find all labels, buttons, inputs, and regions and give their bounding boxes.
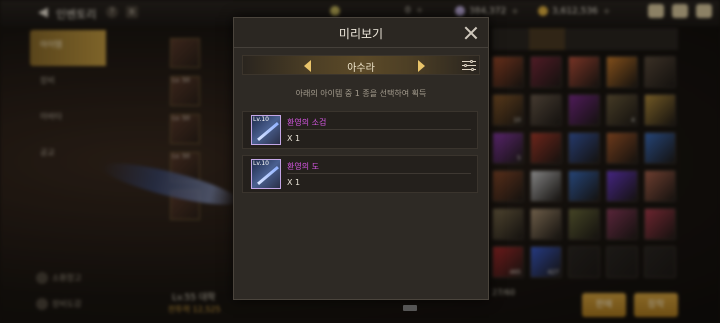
- item-quantity: X 1: [287, 178, 301, 187]
- item-quantity: X 1: [287, 134, 301, 143]
- selection-description: 아래의 아이템 중 1 종을 선택하여 획득: [295, 89, 427, 98]
- preview-modal: 미리보기 아수라 아래의 아이템 중 1 종을 선택하여 획득 Lv.10 환영…: [233, 17, 489, 300]
- class-selector: 아수라: [242, 55, 480, 75]
- next-arrow-icon[interactable]: [414, 58, 428, 74]
- item-divider: [287, 173, 471, 174]
- close-icon[interactable]: [464, 26, 478, 40]
- blade-icon: Lv.10: [251, 159, 281, 189]
- reward-item-row[interactable]: Lv.10 환영의 소검 X 1: [242, 111, 478, 149]
- item-level: Lv.10: [253, 116, 269, 123]
- filter-icon[interactable]: [462, 59, 476, 71]
- reward-item-row[interactable]: Lv.10 환영의 도 X 1: [242, 155, 478, 193]
- item-divider: [287, 129, 471, 130]
- modal-title: 미리보기: [338, 27, 384, 41]
- item-name: 환영의 도: [287, 162, 319, 171]
- drag-handle: [403, 305, 417, 311]
- item-name: 환영의 소검: [287, 118, 327, 127]
- item-level: Lv.10: [253, 160, 269, 167]
- short-sword-icon: Lv.10: [251, 115, 281, 145]
- selected-class-label: 아수라: [347, 63, 375, 74]
- modal-header: 미리보기: [234, 18, 488, 48]
